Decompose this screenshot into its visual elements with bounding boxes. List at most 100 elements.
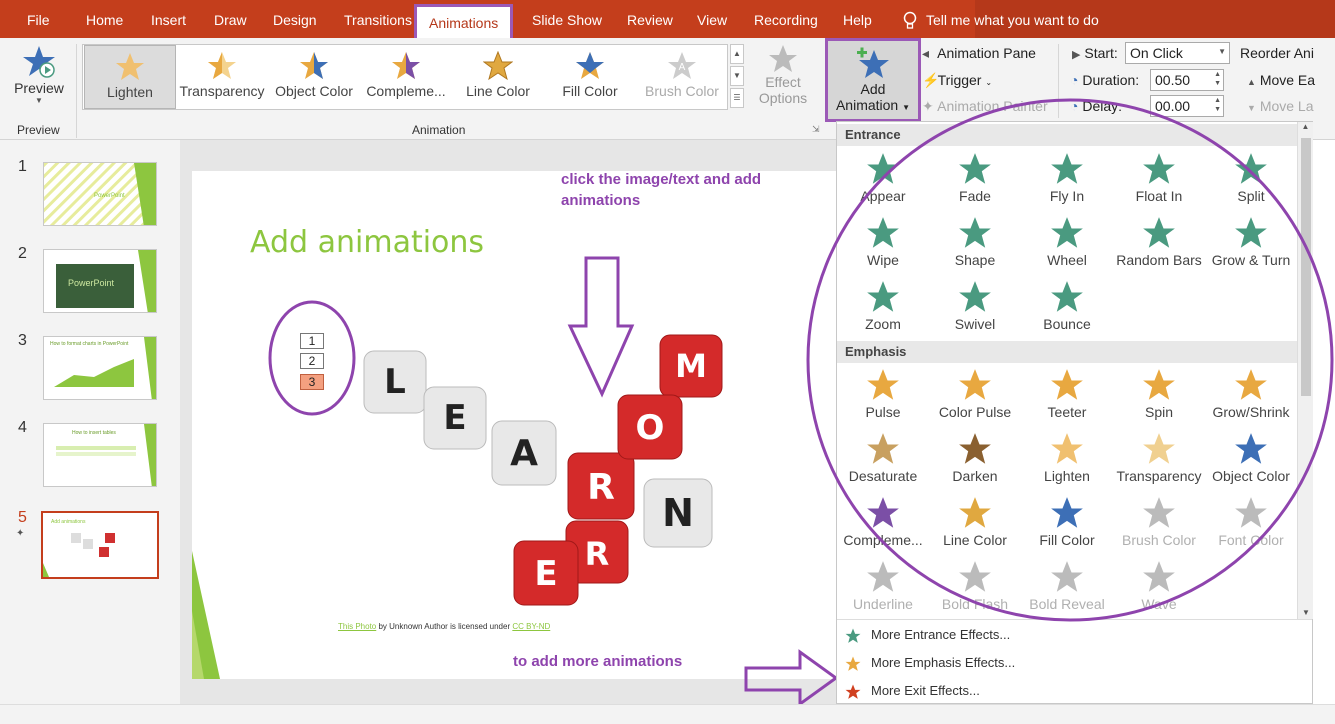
triangle-up-icon: ▲ xyxy=(1247,77,1256,87)
slide-thumbnail-5[interactable]: Add animations xyxy=(41,511,159,579)
entrance-effect-fly-in[interactable]: Fly In xyxy=(1021,152,1113,204)
scroll-up-icon[interactable]: ▲ xyxy=(1298,122,1313,131)
entrance-star-icon xyxy=(845,628,861,643)
slide-editor[interactable]: Add animations 1 2 3 L E A R N M O R E T… xyxy=(192,171,836,679)
gallery-scroll-up[interactable]: ▲ xyxy=(730,44,744,64)
emphasis-effect-underline[interactable]: Underline xyxy=(837,560,929,612)
clock-icon: ◔ xyxy=(1070,72,1079,88)
gallery-expand[interactable]: ☰ xyxy=(730,88,744,108)
scroll-thumb[interactable] xyxy=(1301,138,1311,396)
slide-thumbnail-2[interactable]: PowerPoint xyxy=(43,249,157,313)
entrance-effect-split[interactable]: Split xyxy=(1205,152,1297,204)
pulse-star-icon xyxy=(867,369,899,400)
add-animation-button[interactable]: Add Animation ▼ xyxy=(825,38,921,122)
animation-order-tag-3[interactable]: 3 xyxy=(300,374,324,390)
more-entrance-effects[interactable]: More Entrance Effects... xyxy=(845,627,1010,644)
scroll-down-icon[interactable]: ▼ xyxy=(1298,608,1314,617)
animation-painter-button[interactable]: ✦ Animation Painter xyxy=(922,98,1048,115)
line-color-star-icon xyxy=(959,497,991,528)
emphasis-effect-color-pulse[interactable]: Color Pulse xyxy=(929,368,1021,420)
duration-stepper[interactable]: 00.50 ▲ ▼ xyxy=(1150,69,1224,91)
emphasis-effect-font-color[interactable]: Font Color xyxy=(1205,496,1297,548)
emphasis-effect-lighten[interactable]: Lighten xyxy=(1021,432,1113,484)
tab-recording[interactable]: Recording xyxy=(754,0,818,38)
entrance-effect-shape[interactable]: Shape xyxy=(929,216,1021,268)
tab-insert[interactable]: Insert xyxy=(151,0,186,38)
slide-thumbnail-panel: 1 PowerPoint 2 PowerPoint 3 How to forma… xyxy=(0,140,180,704)
tab-home[interactable]: Home xyxy=(86,0,123,38)
license-link[interactable]: CC BY-ND xyxy=(512,622,550,631)
entrance-effect-float-in[interactable]: Float In xyxy=(1113,152,1205,204)
dropdown-scrollbar[interactable]: ▲ ▼ xyxy=(1297,122,1313,619)
wipe-star-icon xyxy=(867,217,899,248)
tab-draw[interactable]: Draw xyxy=(214,0,247,38)
trigger-button[interactable]: ⚡ Trigger ⌄ xyxy=(922,72,992,89)
gallery-item-object-color[interactable]: Object Color xyxy=(268,45,360,109)
slide-thumbnail-1[interactable]: PowerPoint xyxy=(43,162,157,226)
entrance-effect-appear[interactable]: Appear xyxy=(837,152,929,204)
emphasis-effect-pulse[interactable]: Pulse xyxy=(837,368,929,420)
gallery-item-line-color[interactable]: Line Color xyxy=(452,45,544,109)
emphasis-effect-fill-color[interactable]: Fill Color xyxy=(1021,496,1113,548)
entrance-effect-grow-turn[interactable]: Grow & Turn xyxy=(1205,216,1297,268)
gallery-item-lighten[interactable]: Lighten xyxy=(84,45,176,109)
entrance-effect-fade[interactable]: Fade xyxy=(929,152,1021,204)
emphasis-effect-spin[interactable]: Spin xyxy=(1113,368,1205,420)
chevron-down-icon: ⌄ xyxy=(985,78,993,87)
emphasis-effect-bold-flash[interactable]: Bold Flash xyxy=(929,560,1021,612)
tab-file[interactable]: File xyxy=(27,0,50,38)
darken-star-icon xyxy=(959,433,991,464)
emphasis-effect-object-color[interactable]: Object Color xyxy=(1205,432,1297,484)
entrance-effect-wheel[interactable]: Wheel xyxy=(1021,216,1113,268)
emphasis-effect-line-color[interactable]: Line Color xyxy=(929,496,1021,548)
gallery-scroll-down[interactable]: ▼ xyxy=(730,66,744,86)
photo-credit-link[interactable]: This Photo xyxy=(338,622,376,631)
effect-options-button[interactable]: Effect Options xyxy=(752,44,814,106)
animation-order-tag-2[interactable]: 2 xyxy=(300,353,324,369)
animation-order-tag-1[interactable]: 1 xyxy=(300,333,324,349)
gallery-item-transparency[interactable]: Transparency xyxy=(176,45,268,109)
tab-help[interactable]: Help xyxy=(843,0,872,38)
slide-thumbnail-3[interactable]: How to format charts in PowerPoint xyxy=(43,336,157,400)
preview-button[interactable]: Preview ▼ xyxy=(8,42,70,116)
ribbon-tab-bar: File Home Insert Draw Design Transitions… xyxy=(0,0,1335,38)
tab-design[interactable]: Design xyxy=(273,0,317,38)
emphasis-effect-bold-reveal[interactable]: Bold Reveal xyxy=(1021,560,1113,612)
gallery-item-fill-color[interactable]: Fill Color xyxy=(544,45,636,109)
ribbon-divider xyxy=(1058,44,1059,118)
emphasis-effect-darken[interactable]: Darken xyxy=(929,432,1021,484)
start-select[interactable]: On Click ▼ xyxy=(1125,42,1230,64)
entrance-effect-random-bars[interactable]: Random Bars xyxy=(1113,216,1205,268)
gallery-item-brush-color[interactable]: A Brush Color xyxy=(636,45,728,109)
move-later-button[interactable]: ▼ Move La xyxy=(1247,98,1314,114)
emphasis-effect-brush-color[interactable]: Brush Color xyxy=(1113,496,1205,548)
dice-letter: R xyxy=(585,535,610,573)
slide-title[interactable]: Add animations xyxy=(250,225,484,260)
tab-view[interactable]: View xyxy=(697,0,727,38)
more-emphasis-effects[interactable]: More Emphasis Effects... xyxy=(845,655,1015,672)
fill-color-star-icon xyxy=(576,52,604,79)
learn-more-dice-image[interactable]: L E A R N M O R E xyxy=(342,329,782,619)
tell-me-box[interactable]: Tell me what you want to do xyxy=(902,0,1099,38)
delay-stepper[interactable]: 00.00 ▲ ▼ xyxy=(1150,95,1224,117)
move-earlier-button[interactable]: ▲ Move Ea xyxy=(1247,72,1315,88)
emphasis-effect-compleme[interactable]: Compleme... xyxy=(837,496,929,548)
emphasis-effect-desaturate[interactable]: Desaturate xyxy=(837,432,929,484)
gallery-item-complementary[interactable]: Compleme... xyxy=(360,45,452,109)
emphasis-effect-grow-shrink[interactable]: Grow/Shrink xyxy=(1205,368,1297,420)
emphasis-effect-wave[interactable]: Wave xyxy=(1113,560,1205,612)
emphasis-effect-transparency[interactable]: Transparency xyxy=(1113,432,1205,484)
tab-animations[interactable]: Animations xyxy=(414,4,514,38)
entrance-effect-zoom[interactable]: Zoom xyxy=(837,280,929,332)
entrance-effect-swivel[interactable]: Swivel xyxy=(929,280,1021,332)
more-exit-effects[interactable]: More Exit Effects... xyxy=(845,683,980,700)
slide-thumbnail-4[interactable]: How to insert tables xyxy=(43,423,157,487)
entrance-effect-bounce[interactable]: Bounce xyxy=(1021,280,1113,332)
emphasis-effect-teeter[interactable]: Teeter xyxy=(1021,368,1113,420)
dialog-launcher-icon[interactable]: ⇲ xyxy=(812,124,820,135)
tab-transitions[interactable]: Transitions xyxy=(344,0,412,38)
animation-pane-button[interactable]: ◂ Animation Pane xyxy=(922,45,1036,62)
tab-slide-show[interactable]: Slide Show xyxy=(532,0,602,38)
tab-review[interactable]: Review xyxy=(627,0,673,38)
entrance-effect-wipe[interactable]: Wipe xyxy=(837,216,929,268)
